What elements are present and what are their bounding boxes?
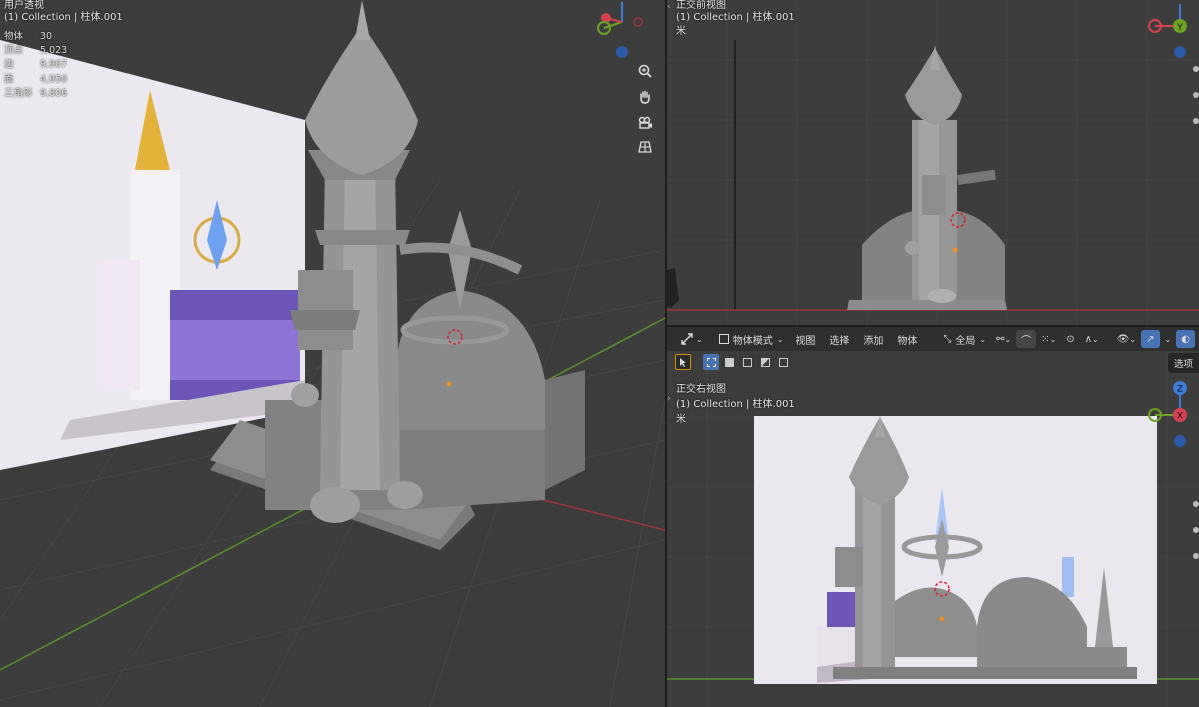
area-collapse-icon[interactable]: ‹ <box>667 2 671 12</box>
proportional-edit-icon[interactable]: ⊙ <box>1061 330 1079 348</box>
region-edge-handle[interactable] <box>1193 497 1199 617</box>
collection-label: (1) Collection | 柱体.001 <box>676 12 795 23</box>
viewport-perspective[interactable]: 用户透视 (1) Collection | 柱体.001 物体 30 顶点 5,02… <box>0 0 665 707</box>
select-intersect-icon[interactable] <box>775 354 791 370</box>
menu-object[interactable]: 物体 <box>890 332 924 347</box>
perspective-scene <box>0 0 665 707</box>
cursor-tool-icon[interactable] <box>675 354 691 370</box>
gizmo-z-label: Z <box>1177 385 1183 395</box>
viewport-header: ⌄ 物体模式 ⌄ 视图 选择 添加 物体 ⤡ 全局 ⌄ ⚯ ⌄ ⌒ ⁙ ⌄ ⊙ ∧ ⌄… <box>667 327 1199 351</box>
stat-row: 面 4,950 <box>4 73 68 85</box>
gizmo-toggle-icon[interactable]: ↗ <box>1141 330 1160 348</box>
select-extend-icon[interactable] <box>721 354 737 370</box>
viewport-front[interactable]: 正交前视图 (1) Collection | 柱体.001 米 ‹ Y <box>667 0 1199 325</box>
area-collapse-icon[interactable]: › <box>667 394 671 404</box>
hand-pan-icon[interactable] <box>634 86 656 108</box>
falloff-icon[interactable]: ∧ ⌄ <box>1080 330 1104 348</box>
units-label: 米 <box>676 26 686 37</box>
select-mode-toolbar <box>675 352 791 372</box>
view-name: 正交右视图 <box>676 384 726 395</box>
overlay-toggle-icon[interactable]: ◐ <box>1176 330 1195 348</box>
transform-orientation-select[interactable]: ⤡ 全局 ⌄ <box>938 330 991 348</box>
right-scene <box>667 327 1199 707</box>
mode-select[interactable]: 物体模式 ⌄ <box>714 330 789 348</box>
stat-row: 物体 30 <box>4 31 53 42</box>
transform-icon[interactable]: ⌄ <box>675 330 708 348</box>
navigation-gizmo[interactable]: Z X <box>1147 377 1199 457</box>
viewport-right[interactable]: ⌄ 物体模式 ⌄ 视图 选择 添加 物体 ⤡ 全局 ⌄ ⚯ ⌄ ⌒ ⁙ ⌄ ⊙ ∧ ⌄… <box>667 327 1199 707</box>
chevron-down-icon: ⌄ <box>979 334 987 344</box>
collection-label: (1) Collection | 柱体.001 <box>676 399 795 410</box>
object-mode-icon <box>718 334 729 344</box>
gizmo-x-label: X <box>1177 412 1183 422</box>
zoom-icon[interactable] <box>634 60 656 82</box>
orientation-label: 全局 <box>955 335 976 347</box>
navigation-gizmo[interactable] <box>590 0 660 60</box>
chevron-down-icon[interactable]: ⌄ <box>1160 330 1177 348</box>
menu-select[interactable]: 选择 <box>822 332 856 347</box>
snap-target-icon[interactable]: ⁙ ⌄ <box>1036 330 1061 348</box>
select-subtract-icon[interactable] <box>739 354 755 370</box>
select-new-icon[interactable] <box>703 354 719 370</box>
pivot-icon[interactable]: ⚯ ⌄ <box>991 330 1016 348</box>
camera-icon[interactable] <box>634 112 656 134</box>
mode-label: 物体模式 <box>732 335 773 347</box>
chevron-down-icon: ⌄ <box>776 334 784 344</box>
front-scene <box>667 0 1199 325</box>
sidebar-tab-options[interactable]: 选项 <box>1167 353 1199 373</box>
navigation-gizmo[interactable]: Y <box>1147 0 1199 64</box>
menu-view[interactable]: 视图 <box>788 332 822 347</box>
menu-add[interactable]: 添加 <box>856 332 890 347</box>
grid-perspective-icon[interactable] <box>634 136 656 158</box>
stat-row: 顶点 5,023 <box>4 45 68 57</box>
snap-icon[interactable]: ⌒ <box>1016 330 1037 348</box>
units-label: 米 <box>676 414 686 425</box>
stat-row: 边 9,907 <box>4 59 68 71</box>
scene-statistics: 物体 30 顶点 5,023 边 9,907 面 4,950 三角形 9,806 <box>4 30 67 101</box>
stat-row: 三角形 9,806 <box>4 87 68 99</box>
gizmo-y-label: Y <box>1176 23 1183 33</box>
visibility-icon[interactable]: 👁 ⌄ <box>1112 330 1141 348</box>
orientation-icon: ⤡ <box>943 333 952 345</box>
collection-label: (1) Collection | 柱体.001 <box>4 12 123 23</box>
region-edge-handle[interactable] <box>1193 62 1199 162</box>
select-invert-icon[interactable] <box>757 354 773 370</box>
